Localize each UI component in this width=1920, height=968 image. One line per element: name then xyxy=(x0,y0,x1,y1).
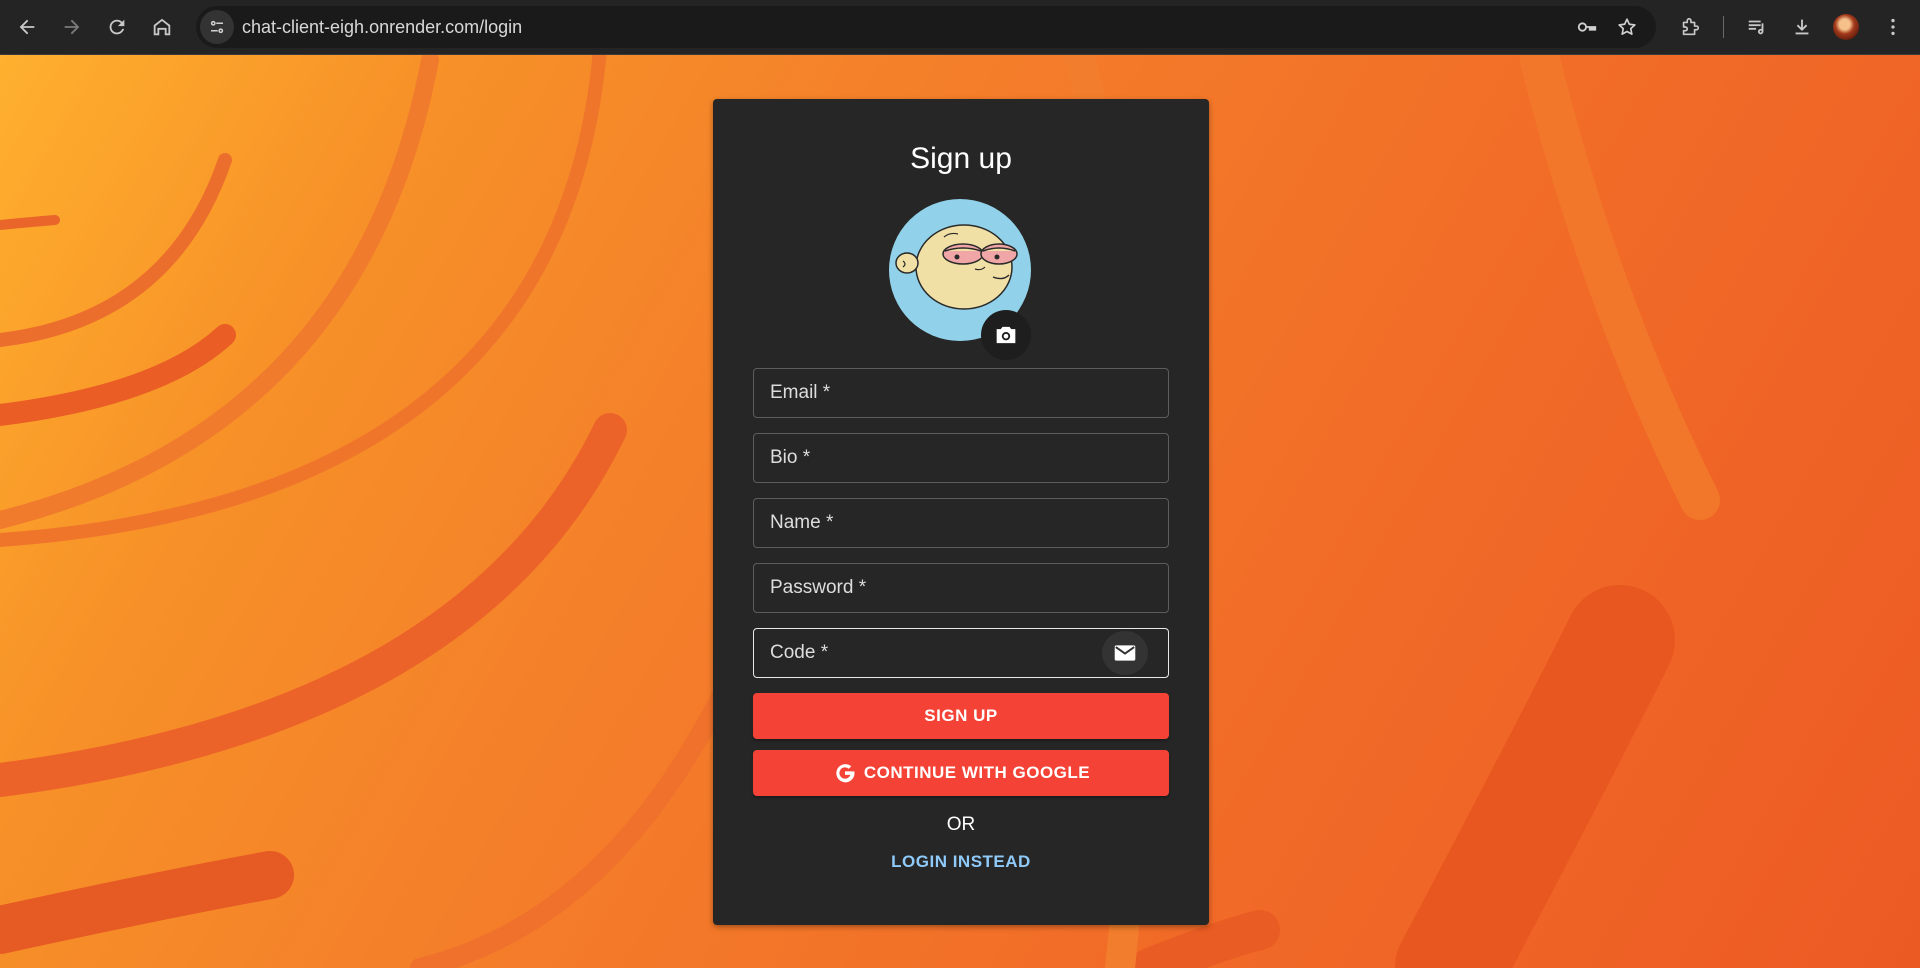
browser-toolbar: chat-client-eigh.onrender.com/login xyxy=(0,0,1920,55)
bookmark-star-icon xyxy=(1618,18,1636,35)
email-field[interactable]: Email * xyxy=(753,368,1169,418)
continue-with-google-button[interactable]: CONTINUE WITH GOOGLE xyxy=(753,750,1169,796)
toolbar-separator xyxy=(1723,16,1724,38)
back-button[interactable] xyxy=(8,8,46,46)
forward-arrow-icon xyxy=(64,19,80,35)
extensions-puzzle-icon xyxy=(1682,17,1700,36)
kebab-menu-icon xyxy=(1891,18,1895,36)
site-info-icon xyxy=(210,20,224,34)
name-field[interactable]: Name * xyxy=(753,498,1169,548)
email-input[interactable] xyxy=(754,369,1168,417)
downloads-button[interactable] xyxy=(1784,9,1820,45)
reload-icon xyxy=(109,19,125,35)
download-icon xyxy=(1795,19,1809,35)
sign-up-button[interactable]: SIGN UP xyxy=(753,693,1169,739)
signup-card: Sign up Email * Bio * Name * Password * … xyxy=(713,99,1209,925)
site-info-button[interactable] xyxy=(200,10,234,44)
send-code-button[interactable] xyxy=(1102,631,1148,675)
password-field[interactable]: Password * xyxy=(753,563,1169,613)
page-title: Sign up xyxy=(910,142,1012,175)
google-g-icon xyxy=(836,764,855,783)
mail-icon xyxy=(1114,645,1136,661)
sign-up-label: SIGN UP xyxy=(924,706,998,725)
password-key-icon xyxy=(1577,22,1597,32)
bio-field[interactable]: Bio * xyxy=(753,433,1169,483)
login-instead-link[interactable]: LOGIN INSTEAD xyxy=(861,847,1061,877)
avatar-uploader xyxy=(889,199,1031,360)
bio-input[interactable] xyxy=(754,434,1168,482)
reading-list-icon xyxy=(1748,20,1764,35)
camera-icon xyxy=(996,326,1016,344)
code-field[interactable]: Code * xyxy=(753,628,1169,678)
or-separator: OR xyxy=(946,814,976,835)
back-arrow-icon xyxy=(19,19,35,35)
reading-list-button[interactable] xyxy=(1739,9,1775,45)
browser-menu-button[interactable] xyxy=(1875,9,1911,45)
home-icon xyxy=(153,18,171,36)
password-key-button[interactable] xyxy=(1572,12,1602,42)
name-input[interactable] xyxy=(754,499,1168,547)
home-button[interactable] xyxy=(143,8,181,46)
upload-photo-button[interactable] xyxy=(981,310,1031,360)
extensions-button[interactable] xyxy=(1672,9,1708,45)
address-bar[interactable]: chat-client-eigh.onrender.com/login xyxy=(196,6,1656,48)
bookmark-button[interactable] xyxy=(1612,12,1642,42)
url-text[interactable]: chat-client-eigh.onrender.com/login xyxy=(242,6,522,48)
forward-button[interactable] xyxy=(53,8,91,46)
reload-button[interactable] xyxy=(98,8,136,46)
google-button-label: CONTINUE WITH GOOGLE xyxy=(863,763,1091,782)
password-input[interactable] xyxy=(754,564,1168,612)
profile-avatar[interactable] xyxy=(1833,14,1859,40)
